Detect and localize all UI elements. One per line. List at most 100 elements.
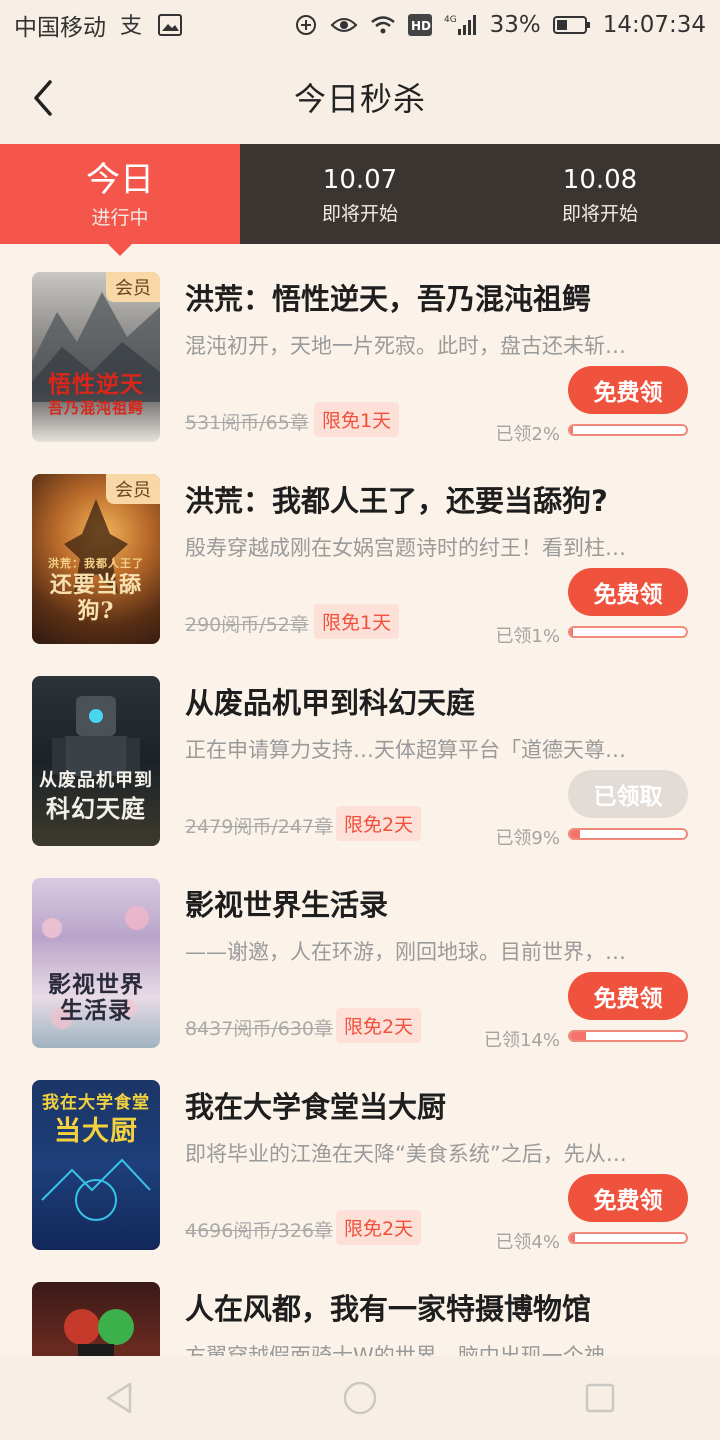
data-saver-icon (294, 13, 318, 37)
book-title[interactable]: 我在大学食堂当大厨 (185, 1084, 695, 1126)
svg-text:支: 支 (120, 14, 142, 37)
claim-free-button[interactable]: 免费领 (568, 972, 688, 1020)
claim-free-button[interactable]: 免费领 (568, 1174, 688, 1222)
book-title[interactable]: 洪荒：我都人王了，还要当舔狗? (185, 478, 695, 520)
cover-rider-art (64, 1309, 134, 1356)
app-header: 今日秒杀 (0, 50, 720, 144)
book-item[interactable]: 人在风都，我有一家特摄博物馆 方翼穿越假面骑士W的世界，脑中出现一个神… (0, 1254, 720, 1356)
claimed-button[interactable]: 已领取 (568, 770, 688, 818)
tab-10-08[interactable]: 10.08 即将开始 (480, 144, 720, 244)
tab-10-07[interactable]: 10.07 即将开始 (240, 144, 480, 244)
cover-title-line1: 从废品机甲到 (39, 770, 153, 791)
date-tabs: 今日 进行中 10.07 即将开始 10.08 即将开始 (0, 144, 720, 256)
screen: 中国移动 支 HD 4G 33% 14:07:34 今日秒杀 今日 进行中 10… (0, 0, 720, 1440)
alipay-icon: 支 (118, 13, 146, 37)
progress-fill (570, 1032, 587, 1040)
tab-status-label: 进行中 (91, 206, 149, 229)
book-title[interactable]: 从废品机甲到科幻天庭 (185, 680, 695, 722)
book-title[interactable]: 洪荒：悟性逆天，吾乃混沌祖鳄 (185, 276, 695, 318)
system-nav-bar (0, 1356, 720, 1440)
signal-icon: 4G (444, 13, 478, 37)
wifi-icon (370, 15, 396, 35)
claim-free-button[interactable]: 免费领 (568, 366, 688, 414)
chevron-left-icon (34, 80, 52, 116)
nav-home-icon[interactable] (338, 1376, 382, 1420)
original-price: 8437阅币/630章 (185, 1018, 334, 1040)
book-item[interactable]: 悟性逆天 吾乃混沌祖鳄 会员 洪荒：悟性逆天，吾乃混沌祖鳄 混沌初开，天地一片死… (0, 244, 720, 446)
clock: 14:07:34 (602, 12, 706, 38)
page-title: 今日秒杀 (293, 80, 426, 118)
book-item[interactable]: 影视世界 生活录 影视世界生活录 ——谢邀，人在环游，刚回地球。目前世界，… 8… (0, 850, 720, 1052)
tab-today[interactable]: 今日 进行中 (0, 144, 240, 256)
claimed-percent: 已领1% (495, 626, 560, 647)
free-duration-tag: 限免2天 (336, 1008, 422, 1043)
claimed-percent: 已领2% (495, 424, 560, 445)
cover-title-line2: 吾乃混沌祖鳄 (47, 399, 144, 417)
book-cover[interactable]: 悟性逆天 吾乃混沌祖鳄 会员 (32, 272, 160, 442)
carrier-name: 中国移动 (14, 15, 106, 41)
cover-title-line2: 还要当舔狗? (49, 572, 142, 624)
claimed-percent: 已领14% (483, 1030, 560, 1051)
battery-icon (552, 15, 591, 35)
claimed-percent: 已领4% (495, 1232, 560, 1253)
book-cover[interactable]: 我在大学食堂 当大厨 (32, 1080, 160, 1250)
book-item[interactable]: 洪荒：我都人王了 还要当舔狗? 会员 洪荒：我都人王了，还要当舔狗? 殷寿穿越成… (0, 446, 720, 648)
book-cover[interactable]: 从废品机甲到 科幻天庭 (32, 676, 160, 846)
book-title[interactable]: 人在风都，我有一家特摄博物馆 (185, 1286, 695, 1328)
book-description: 殷寿穿越成刚在女娲宫题诗时的纣王！看到柱… (185, 536, 626, 560)
status-left: 中国移动 支 (14, 8, 182, 42)
claim-free-button[interactable]: 免费领 (568, 568, 688, 616)
book-description: 混沌初开，天地一片死寂。此时，盘古还未斩… (185, 334, 626, 358)
cover-title-line2: 生活录 (60, 997, 132, 1024)
book-title[interactable]: 影视世界生活录 (185, 882, 695, 924)
tab-status-label: 即将开始 (321, 202, 398, 225)
member-badge: 会员 (106, 474, 160, 504)
original-price: 4696阅币/326章 (185, 1220, 334, 1242)
cover-title-line1: 悟性逆天 (48, 371, 144, 398)
claim-progress-bar (568, 828, 688, 840)
original-price: 531阅币/65章 (185, 412, 309, 434)
claimed-percent: 已领9% (495, 828, 560, 849)
original-price: 290阅币/52章 (185, 614, 309, 636)
free-duration-tag: 限免2天 (336, 806, 422, 841)
free-duration-tag: 限免1天 (314, 402, 400, 437)
battery-percent: 33% (489, 12, 541, 38)
progress-fill (570, 830, 581, 838)
cover-title-line1: 影视世界 (48, 971, 144, 998)
progress-fill (570, 1234, 575, 1242)
claim-progress-bar (568, 424, 688, 436)
claim-progress-bar (568, 626, 688, 638)
svg-text:HD: HD (411, 19, 431, 33)
status-bar: 中国移动 支 HD 4G 33% 14:07:34 (0, 0, 720, 50)
eye-icon (330, 15, 358, 35)
member-badge: 会员 (106, 272, 160, 302)
free-duration-tag: 限免2天 (336, 1210, 422, 1245)
free-duration-tag: 限免1天 (314, 604, 400, 639)
book-cover[interactable]: 洪荒：我都人王了 还要当舔狗? 会员 (32, 474, 160, 644)
book-item[interactable]: 从废品机甲到 科幻天庭 从废品机甲到科幻天庭 正在申请算力支持…天体超算平台「道… (0, 648, 720, 850)
back-button[interactable] (24, 76, 64, 120)
image-icon (158, 14, 182, 36)
book-description: 即将毕业的江渔在天降“美食系统”之后，先从… (185, 1142, 627, 1166)
cover-title-line1: 洪荒：我都人王了 (48, 557, 144, 570)
status-right: HD 4G 33% 14:07:34 (294, 12, 706, 38)
hd-icon: HD (407, 14, 432, 36)
progress-fill (570, 426, 574, 434)
svg-text:4G: 4G (444, 15, 457, 25)
book-list: 悟性逆天 吾乃混沌祖鳄 会员 洪荒：悟性逆天，吾乃混沌祖鳄 混沌初开，天地一片死… (0, 244, 720, 1356)
cover-title-line2: 科幻天庭 (46, 794, 146, 823)
cover-title-line2: 当大厨 (54, 1116, 138, 1147)
book-cover[interactable] (32, 1282, 160, 1356)
claim-progress-bar (568, 1030, 688, 1042)
book-item[interactable]: 我在大学食堂 当大厨 我在大学食堂当大厨 即将毕业的江渔在天降“美食系统”之后，… (0, 1052, 720, 1254)
original-price: 2479阅币/247章 (185, 816, 334, 838)
nav-recents-icon[interactable] (578, 1376, 622, 1420)
progress-fill (570, 628, 574, 636)
tab-date-label: 今日 (86, 159, 154, 200)
book-description: ——谢邀，人在环游，刚回地球。目前世界，… (185, 940, 626, 964)
cover-title-line1: 我在大学食堂 (42, 1093, 150, 1113)
claim-progress-bar (568, 1232, 688, 1244)
nav-back-icon[interactable] (98, 1376, 142, 1420)
book-cover[interactable]: 影视世界 生活录 (32, 878, 160, 1048)
book-description: 正在申请算力支持…天体超算平台「道德天尊… (185, 738, 626, 762)
